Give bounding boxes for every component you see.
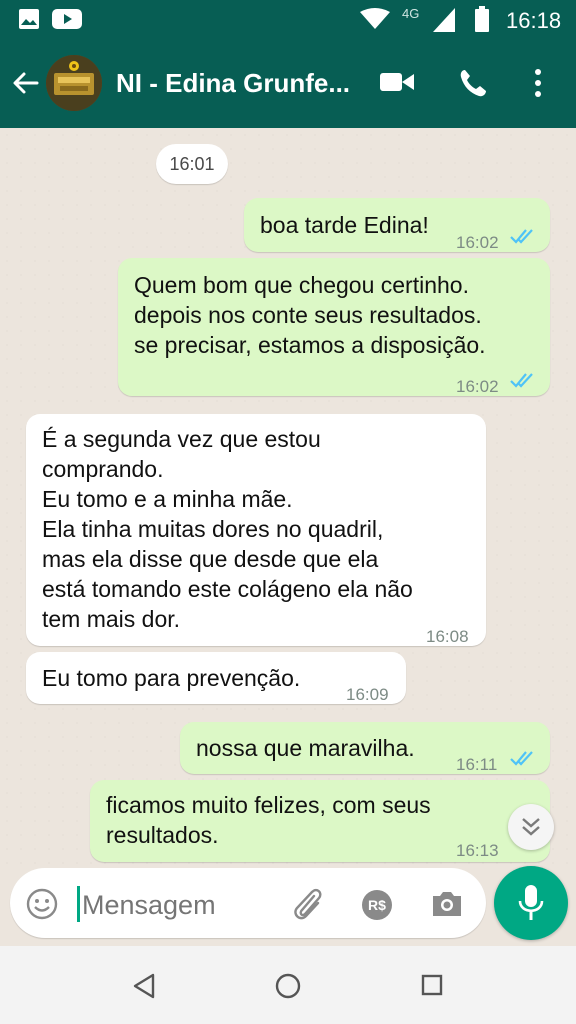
scroll-to-bottom-button[interactable] — [508, 804, 554, 850]
incoming-message[interactable]: É a segunda vez que estou comprando. Eu … — [26, 414, 486, 646]
message-text: Quem bom que chegou certinho. depois nos… — [134, 272, 486, 358]
message-time: 16:13 — [456, 841, 499, 860]
incoming-message[interactable]: Eu tomo para prevenção. 16:09 — [26, 652, 406, 704]
payment-button[interactable]: R$ — [362, 890, 392, 920]
battery-icon — [475, 6, 489, 32]
composer-bar: R$ — [0, 866, 576, 946]
message-input[interactable] — [80, 884, 274, 926]
network-type-label: 4G — [402, 6, 420, 21]
read-ticks-icon — [510, 229, 533, 244]
wifi-icon — [360, 8, 390, 29]
message-time: 16:09 — [346, 685, 389, 704]
message-text: É a segunda vez que estou comprando. Eu … — [42, 426, 413, 632]
microphone-icon — [518, 885, 544, 920]
date-chip-label: 16:01 — [169, 154, 215, 174]
recents-nav-icon[interactable] — [421, 974, 443, 996]
double-chevron-down-icon — [522, 818, 540, 836]
message-time: 16:08 — [426, 627, 469, 646]
outgoing-message[interactable]: nossa que maravilha. 16:11 — [180, 722, 550, 774]
payment-currency-label: R$ — [368, 897, 386, 913]
system-navigation-bar — [0, 946, 576, 1024]
status-bar: 4G 16:18 — [0, 0, 576, 40]
voice-call-icon[interactable] — [458, 68, 488, 98]
read-ticks-icon — [510, 373, 533, 388]
outgoing-message[interactable]: boa tarde Edina! 16:02 — [244, 198, 550, 252]
message-list[interactable]: 16:01 boa tarde Edina! 16:02 Quem bom qu… — [0, 128, 576, 866]
outgoing-message[interactable]: ficamos muito felizes, com seus resultad… — [90, 780, 550, 862]
date-chip: 16:01 — [156, 144, 228, 184]
contact-name[interactable]: NI - Edina Grunfe... — [116, 68, 350, 99]
clock: 16:18 — [506, 8, 562, 33]
avatar-image — [46, 55, 102, 111]
message-time: 16:02 — [456, 377, 499, 396]
message-text: boa tarde Edina! — [260, 212, 429, 238]
signal-icon — [433, 8, 455, 32]
message-text: nossa que maravilha. — [196, 735, 415, 761]
back-arrow-icon[interactable] — [10, 68, 40, 98]
message-text: Eu tomo para prevenção. — [42, 665, 301, 691]
chat-header: NI - Edina Grunfe... — [0, 40, 576, 128]
read-ticks-icon — [510, 751, 533, 766]
video-call-icon[interactable] — [380, 70, 414, 94]
contact-avatar[interactable] — [46, 55, 102, 111]
attachment-icon[interactable] — [290, 886, 324, 922]
gallery-icon — [19, 9, 39, 29]
message-time: 16:11 — [456, 755, 498, 774]
more-options-icon[interactable] — [532, 68, 544, 98]
camera-icon[interactable] — [430, 889, 464, 919]
microphone-button[interactable] — [494, 866, 568, 940]
emoji-icon[interactable] — [26, 888, 58, 920]
message-time: 16:02 — [456, 233, 499, 252]
youtube-icon — [52, 9, 82, 29]
message-text: ficamos muito felizes, com seus resultad… — [106, 792, 431, 848]
back-nav-icon[interactable] — [132, 973, 156, 999]
outgoing-message[interactable]: Quem bom que chegou certinho. depois nos… — [118, 258, 550, 396]
message-input-pill[interactable]: R$ — [10, 868, 486, 938]
home-nav-icon[interactable] — [275, 973, 301, 999]
